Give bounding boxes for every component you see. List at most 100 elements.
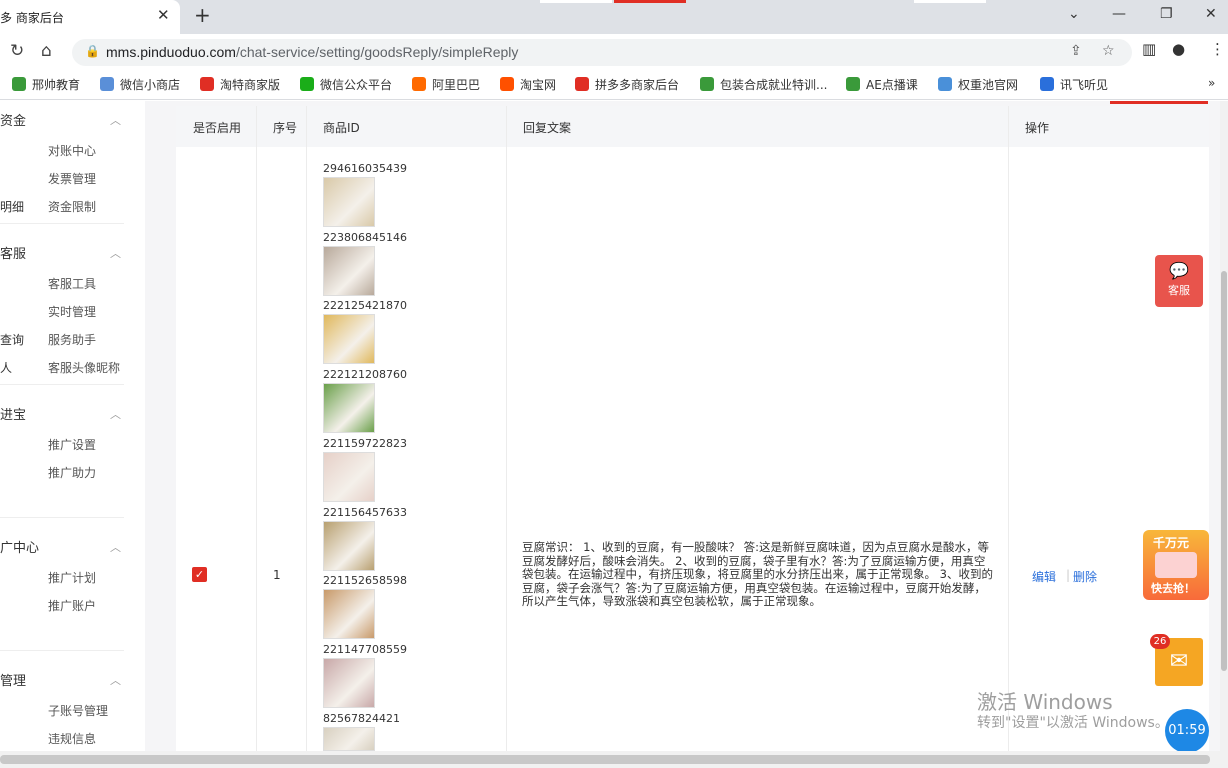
strip-marker bbox=[914, 0, 986, 3]
scrollbar-thumb[interactable] bbox=[0, 755, 1210, 764]
sidebar-item[interactable]: 对账中心 bbox=[48, 142, 96, 159]
chevron-up-icon[interactable]: ︿ bbox=[110, 112, 121, 128]
goods-thumbnail[interactable] bbox=[323, 177, 375, 227]
bookmark-icon bbox=[846, 77, 860, 91]
chevron-up-icon[interactable]: ︿ bbox=[110, 406, 121, 422]
sidebar-section-title[interactable]: 广中心 bbox=[0, 537, 39, 556]
close-window-icon[interactable]: ✕ bbox=[1205, 6, 1217, 22]
bookmark-icon bbox=[575, 77, 589, 91]
share-icon[interactable]: ⇪ bbox=[1070, 43, 1082, 59]
edit-link[interactable]: 编辑 bbox=[1032, 568, 1056, 585]
browser-tab[interactable]: 多 商家后台 ✕ bbox=[0, 0, 180, 34]
goods-thumbnail[interactable] bbox=[323, 383, 375, 433]
sidebar-item[interactable]: 客服工具 bbox=[48, 275, 96, 292]
chevron-up-icon[interactable]: ︿ bbox=[110, 245, 121, 261]
sidebar-item[interactable]: 违规信息 bbox=[48, 730, 96, 747]
bookmark-icon bbox=[200, 77, 214, 91]
sidebar-section-title[interactable]: 进宝 bbox=[0, 404, 26, 423]
column-divider bbox=[306, 106, 307, 756]
promo-banner[interactable]: 千万元 快去抢！ bbox=[1143, 530, 1209, 600]
goods-id: 222125421870 bbox=[323, 299, 407, 312]
bookmark-icon bbox=[700, 77, 714, 91]
restore-icon[interactable]: ❐ bbox=[1160, 6, 1173, 22]
bookmark-item[interactable]: 讯飞听见 bbox=[1040, 76, 1108, 93]
bookmark-icon bbox=[100, 77, 114, 91]
goods-id: 221152658598 bbox=[323, 574, 407, 587]
goods-thumbnail[interactable] bbox=[323, 658, 375, 708]
bookmark-item[interactable]: 包装合成就业特训... bbox=[700, 76, 827, 93]
header-actions: 操作 bbox=[1025, 121, 1050, 135]
goods-thumbnail[interactable] bbox=[323, 246, 375, 296]
column-divider bbox=[1008, 106, 1009, 756]
chevron-down-icon[interactable]: ⌄ bbox=[1068, 6, 1080, 22]
goods-id: 221147708559 bbox=[323, 643, 407, 656]
goods-thumbnail[interactable] bbox=[323, 314, 375, 364]
sidebar-divider bbox=[0, 650, 124, 651]
sidebar-item[interactable]: 推广账户 bbox=[48, 597, 96, 614]
horizontal-scrollbar[interactable] bbox=[0, 751, 1228, 768]
bookmarks-bar: 邢帅教育 微信小商店 淘特商家版 微信公众平台 阿里巴巴 淘宝网 拼多多商家后台… bbox=[0, 70, 1228, 100]
minimize-icon[interactable]: — bbox=[1112, 6, 1126, 22]
bookmark-item[interactable]: 淘宝网 bbox=[500, 76, 556, 93]
bookmark-item[interactable]: 阿里巴巴 bbox=[412, 76, 480, 93]
windows-watermark-hint: 转到"设置"以激活 Windows。 bbox=[977, 715, 1169, 731]
tab-close-icon[interactable]: ✕ bbox=[157, 6, 170, 24]
new-tab-button[interactable]: + bbox=[194, 3, 211, 27]
sidebar-item[interactable]: 推广设置 bbox=[48, 436, 96, 453]
goods-id: 222121208760 bbox=[323, 368, 407, 381]
tab-title: 多 商家后台 bbox=[0, 11, 64, 25]
goods-thumbnail[interactable] bbox=[323, 727, 375, 751]
customer-service-button[interactable]: 💬 客服 bbox=[1155, 255, 1203, 307]
sidebar-divider bbox=[0, 517, 124, 518]
bookmark-item[interactable]: 权重池官网 bbox=[938, 76, 1018, 93]
bookmark-item[interactable]: AE点播课 bbox=[846, 76, 918, 93]
sidebar-section-title[interactable]: 管理 bbox=[0, 670, 26, 689]
scrollbar-thumb[interactable] bbox=[1221, 271, 1227, 671]
sidebar-item[interactable]: 客服头像昵称 bbox=[48, 359, 120, 376]
url-text: mms.pinduoduo.com/chat-service/setting/g… bbox=[106, 44, 519, 60]
menu-icon[interactable]: ⋮ bbox=[1210, 40, 1225, 58]
sidebar-item[interactable]: 推广助力 bbox=[48, 464, 96, 481]
goods-id: 223806845146 bbox=[323, 231, 407, 244]
sidebar-item[interactable]: 子账号管理 bbox=[48, 702, 108, 719]
strip-marker bbox=[614, 0, 686, 3]
sidebar-item[interactable]: 发票管理 bbox=[48, 170, 96, 187]
bookmark-icon bbox=[12, 77, 26, 91]
enable-checkbox[interactable]: ✓ bbox=[192, 567, 207, 582]
sidebar-item[interactable]: 推广计划 bbox=[48, 569, 96, 586]
goods-thumbnail[interactable] bbox=[323, 589, 375, 639]
sidebar-item-prefix: 查询 bbox=[0, 333, 25, 347]
reload-icon[interactable]: ↻ bbox=[10, 41, 24, 61]
avatar[interactable]: ● bbox=[1172, 40, 1185, 58]
more-bookmarks-icon[interactable]: » bbox=[1208, 76, 1215, 90]
sidebar-divider bbox=[0, 384, 124, 385]
goods-thumbnail[interactable] bbox=[323, 521, 375, 571]
chevron-up-icon[interactable]: ︿ bbox=[110, 539, 121, 555]
chevron-up-icon[interactable]: ︿ bbox=[110, 672, 121, 688]
action-separator: | bbox=[1066, 568, 1071, 582]
sidebar-item[interactable]: 服务助手 bbox=[48, 331, 96, 348]
bookmark-item[interactable]: 拼多多商家后台 bbox=[575, 76, 679, 93]
bookmark-item[interactable]: 微信小商店 bbox=[100, 76, 180, 93]
sidepanel-icon[interactable]: ▥ bbox=[1142, 40, 1156, 58]
sidebar-item[interactable]: 实时管理 bbox=[48, 303, 96, 320]
bookmark-item[interactable]: 邢帅教育 bbox=[12, 76, 80, 93]
bookmark-item[interactable]: 微信公众平台 bbox=[300, 76, 392, 93]
reply-text: 豆腐常识： 1、收到的豆腐，有一股酸味？ 答:这是新鲜豆腐味道，因为点豆腐水是酸… bbox=[522, 540, 993, 608]
delete-link[interactable]: 删除 bbox=[1073, 568, 1097, 585]
star-icon[interactable]: ☆ bbox=[1102, 43, 1115, 59]
goods-thumbnail[interactable] bbox=[323, 452, 375, 502]
header-enabled: 是否启用 bbox=[193, 121, 242, 135]
url-field[interactable]: 🔒 mms.pinduoduo.com/chat-service/setting… bbox=[72, 39, 1132, 66]
promo-title: 千万元 bbox=[1153, 536, 1190, 550]
vertical-scrollbar[interactable] bbox=[1220, 101, 1228, 751]
sidebar-item-prefix: 明细 bbox=[0, 200, 25, 214]
browser-tab-strip: 多 商家后台 ✕ + ⌄ — ❐ ✕ bbox=[0, 0, 1228, 34]
sidebar-section-title[interactable]: 资金 bbox=[0, 110, 26, 129]
chat-icon: 💬 bbox=[1169, 261, 1189, 280]
home-icon[interactable]: ⌂ bbox=[41, 41, 52, 61]
bookmark-item[interactable]: 淘特商家版 bbox=[200, 76, 280, 93]
goods-id: 294616035439 bbox=[323, 162, 407, 175]
sidebar-item[interactable]: 资金限制 bbox=[48, 198, 96, 215]
sidebar-section-title[interactable]: 客服 bbox=[0, 243, 26, 262]
